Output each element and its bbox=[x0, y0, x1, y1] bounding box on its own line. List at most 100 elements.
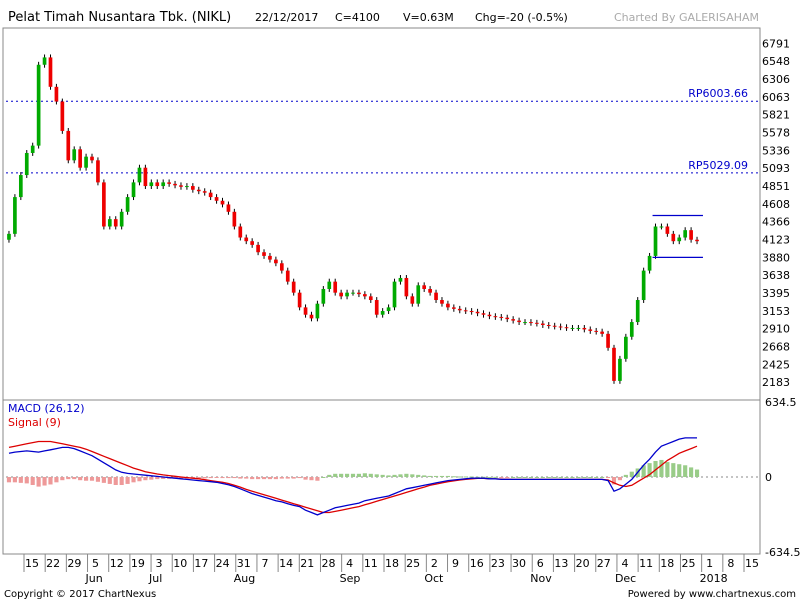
macd-histogram-bar bbox=[528, 477, 534, 478]
date-tick-label: 8 bbox=[727, 557, 734, 570]
candle-body bbox=[368, 296, 373, 301]
date-tick-label: 23 bbox=[491, 557, 505, 570]
candle-body bbox=[659, 226, 664, 228]
macd-histogram-bar bbox=[48, 477, 53, 485]
candle-body bbox=[125, 197, 130, 212]
candle-body bbox=[72, 149, 77, 161]
date-tick-label: 24 bbox=[216, 557, 230, 570]
date-tick-label: 4 bbox=[346, 557, 353, 570]
macd-histogram-bar bbox=[433, 475, 439, 477]
macd-histogram-bar bbox=[564, 477, 569, 478]
candle-body bbox=[250, 241, 255, 245]
macd-histogram-bar bbox=[600, 477, 605, 478]
macd-histogram-bar bbox=[131, 477, 136, 483]
candle-body bbox=[220, 200, 225, 205]
macd-histogram-bar bbox=[380, 474, 385, 477]
price-tick-label: 4123 bbox=[762, 234, 790, 247]
macd-histogram-bar bbox=[451, 476, 456, 478]
candle-body bbox=[546, 325, 551, 327]
macd-histogram-bar bbox=[214, 477, 219, 478]
candle-body bbox=[564, 327, 569, 329]
candle-body bbox=[481, 313, 486, 315]
macd-histogram-bar bbox=[333, 473, 338, 477]
candle-body bbox=[398, 277, 403, 282]
macd-histogram-bar bbox=[155, 477, 160, 480]
macd-histogram-bar bbox=[6, 477, 12, 483]
charted-by: Charted By GALERISAHAM bbox=[614, 11, 759, 24]
candle-body bbox=[173, 183, 177, 186]
date-tick-label: 11 bbox=[364, 557, 378, 570]
candle-body bbox=[671, 233, 676, 242]
macd-histogram-bar bbox=[119, 477, 124, 485]
candle-body bbox=[422, 285, 427, 289]
candle-body bbox=[268, 255, 272, 260]
candle-body bbox=[523, 322, 527, 324]
macd-histogram-bar bbox=[60, 477, 65, 481]
chart-date: 22/12/2017 bbox=[255, 11, 318, 24]
candle-body bbox=[107, 219, 112, 227]
macd-histogram-bar bbox=[66, 477, 71, 480]
price-tick-label: 2425 bbox=[762, 358, 790, 371]
candle-body bbox=[191, 186, 195, 190]
candle-body bbox=[309, 314, 314, 319]
macd-histogram-bar bbox=[582, 477, 587, 478]
candle-body bbox=[511, 319, 515, 321]
candle-body bbox=[131, 182, 136, 198]
date-tick-label: 7 bbox=[261, 557, 268, 570]
candle-body bbox=[505, 317, 510, 320]
macd-histogram-bar bbox=[232, 477, 237, 479]
candle-body bbox=[196, 189, 201, 192]
candle-body bbox=[54, 86, 59, 102]
candle-body bbox=[665, 226, 670, 234]
candles bbox=[7, 54, 699, 384]
macd-histogram-bar bbox=[493, 476, 498, 478]
candle-body bbox=[517, 320, 521, 323]
date-tick-label: 3 bbox=[156, 557, 163, 570]
price-tick-label: 3638 bbox=[762, 269, 790, 282]
footer-powered: Powered by www.chartnexus.com bbox=[628, 589, 796, 600]
candle-body bbox=[137, 167, 142, 183]
macd-histogram-bar bbox=[629, 471, 634, 477]
candle-body bbox=[624, 336, 628, 359]
macd-histogram-bar bbox=[605, 477, 611, 478]
date-tick-label: 22 bbox=[46, 557, 60, 570]
date-tick-label: 25 bbox=[681, 557, 695, 570]
candle-body bbox=[653, 226, 658, 256]
date-tick-label: 5 bbox=[92, 557, 99, 570]
candle-body bbox=[7, 233, 11, 240]
candle-body bbox=[434, 292, 438, 301]
date-tick-label: 15 bbox=[25, 557, 39, 570]
macd-histogram-bar bbox=[594, 477, 599, 478]
candle-body bbox=[321, 288, 326, 304]
resistance-levels: RP6003.66 RP5029.09 bbox=[6, 87, 760, 174]
price-tick-label: 6306 bbox=[762, 73, 790, 86]
macd-legend: MACD (26,12) bbox=[8, 402, 85, 415]
candle-body bbox=[333, 281, 338, 293]
candle-body bbox=[493, 316, 498, 318]
macd-histogram-bar bbox=[546, 477, 551, 478]
date-tick-label: 2 bbox=[431, 557, 438, 570]
candle-body bbox=[404, 277, 409, 297]
candle-body bbox=[161, 182, 166, 187]
candle-body bbox=[351, 292, 355, 294]
macd-panel: 634.5 0 -634.5 bbox=[6, 396, 800, 559]
candle-body bbox=[535, 322, 539, 324]
macd-histogram-bar bbox=[273, 477, 278, 480]
macd-histogram-bar bbox=[694, 469, 700, 477]
signal-legend: Signal (9) bbox=[8, 416, 61, 429]
candle-body bbox=[410, 296, 415, 304]
macd-histogram-bar bbox=[202, 477, 207, 479]
candle-body bbox=[167, 182, 171, 184]
date-tick-label: 10 bbox=[173, 557, 187, 570]
macd-histogram-bar bbox=[36, 477, 41, 487]
candle-body bbox=[285, 270, 290, 282]
candle-body bbox=[244, 237, 249, 242]
candle-body bbox=[238, 226, 243, 238]
chart-volume: V=0.63M bbox=[403, 11, 454, 24]
macd-histogram-bar bbox=[72, 477, 77, 480]
candle-body bbox=[576, 327, 581, 329]
macd-histogram-bar bbox=[30, 477, 35, 485]
macd-histogram-bar bbox=[439, 475, 445, 477]
macd-histogram-bar bbox=[617, 477, 622, 481]
macd-tick-label: 634.5 bbox=[765, 396, 797, 409]
